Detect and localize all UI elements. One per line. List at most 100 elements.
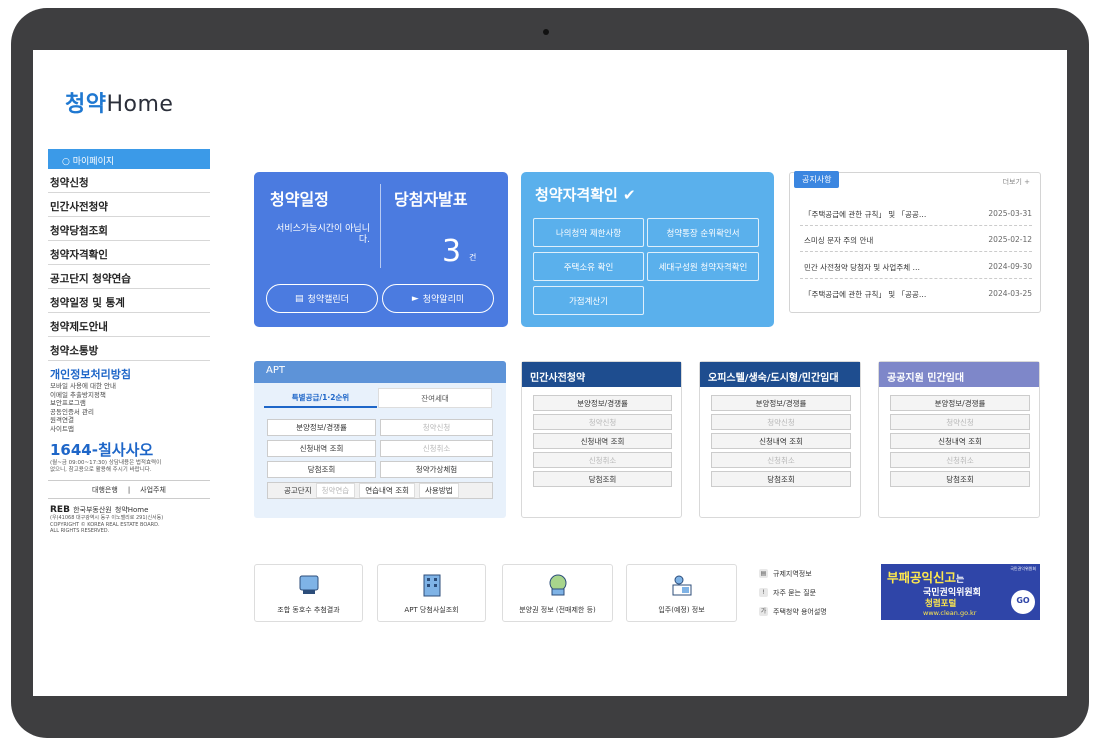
notice-item[interactable]: 스미싱 문자 주의 안내 2025-02-12 xyxy=(804,235,1032,246)
apt-button[interactable]: 신청내역 조회 xyxy=(267,440,376,457)
winner-title[interactable]: 당첨자발표 xyxy=(394,186,468,210)
quick-link-label: APT 당첨사실조회 xyxy=(404,606,459,614)
glossary-link[interactable]: 가 주택청약 용어설명 xyxy=(759,602,869,621)
user-icon: ○ xyxy=(62,157,70,167)
panel-button[interactable]: 신청취소 xyxy=(711,452,851,468)
schedule-title[interactable]: 청약일정 xyxy=(270,186,329,210)
map-icon: ▤ xyxy=(759,569,768,578)
apt-button[interactable]: 당첨조회 xyxy=(267,461,376,478)
apt-button[interactable]: 분양정보/경쟁률 xyxy=(267,419,376,436)
mypage-button[interactable]: ○ 마이페이지 xyxy=(48,149,210,169)
site-logo[interactable]: 청약Home xyxy=(65,86,173,118)
tab-special-supply[interactable]: 특별공급/1·2순위 xyxy=(264,388,377,408)
panel-title: 공공지원 민간임대 xyxy=(879,362,1039,387)
panel-button[interactable]: 신청취소 xyxy=(890,452,1030,468)
sidebar-item[interactable]: 민간사전청약 xyxy=(48,193,210,217)
quick-link-lottery[interactable]: 조합 동호수 추첨결과 xyxy=(254,564,363,622)
public-rental-panel: 공공지원 민간임대 분양정보/경쟁률 청약신청 신청내역 조회 신청취소 당첨조… xyxy=(878,361,1040,518)
quick-link-apt-winner[interactable]: APT 당첨사실조회 xyxy=(377,564,486,622)
notice-item[interactable]: 민간 사전청약 당첨자 및 사업주체 … 2024-09-30 xyxy=(804,262,1032,273)
qualification-card: 청약자격확인 ✔ 나의청약 제한사항 청약통장 순위확인서 주택소유 확인 세대… xyxy=(521,172,774,327)
notice-tab[interactable]: 공지사항 xyxy=(794,171,840,188)
panel-button[interactable]: 분양정보/경쟁률 xyxy=(890,395,1030,411)
panel-button[interactable]: 당첨조회 xyxy=(533,471,672,487)
quick-link-move-in[interactable]: 입주(예정) 정보 xyxy=(626,564,737,622)
sidebar-item[interactable]: 청약제도안내 xyxy=(48,313,210,337)
quick-link-label: 조합 동호수 추첨결과 xyxy=(277,606,340,614)
panel-button[interactable]: 신청내역 조회 xyxy=(890,433,1030,449)
panel-button[interactable]: 당첨조회 xyxy=(711,471,851,487)
qual-button[interactable]: 세대구성원 청약자격확인 xyxy=(647,252,759,281)
anti-corruption-banner[interactable]: 부패공익신고는 국민권익위원회 청렴포털 www.clean.go.kr GO … xyxy=(881,564,1040,620)
apt-button[interactable]: 청약신청 xyxy=(380,419,493,436)
phone-number: 1644-칠사사오 xyxy=(50,441,154,459)
notice-item[interactable]: 「주택공급에 관한 규칙」 및 「공공… 2025-03-31 xyxy=(804,209,1032,220)
panel-button[interactable]: 청약신청 xyxy=(533,414,672,430)
apt-panel: APT 특별공급/1·2순위 잔여세대 분양정보/경쟁률 청약신청 신청내역 조… xyxy=(254,361,506,518)
banner-line1: 부패공익신고 xyxy=(887,570,957,585)
qual-button[interactable]: 주택소유 확인 xyxy=(533,252,644,281)
faq-link[interactable]: ! 자주 묻는 질문 xyxy=(759,583,869,602)
footer-link[interactable]: 모바일 사용에 대한 안내 xyxy=(50,382,210,391)
side-link-label: 주택청약 용어설명 xyxy=(773,607,827,616)
sidebar-item[interactable]: 청약일정 및 통계 xyxy=(48,289,210,313)
qualification-title[interactable]: 청약자격확인 ✔ xyxy=(535,184,636,205)
logo-prefix: 청약 xyxy=(65,92,107,117)
calendar-button[interactable]: ▤ 청약캘린더 xyxy=(266,284,378,313)
tab-remaining[interactable]: 잔여세대 xyxy=(378,388,492,408)
practice-button[interactable]: 청약연습 xyxy=(315,483,356,498)
panel-button[interactable]: 신청내역 조회 xyxy=(533,433,672,449)
go-button[interactable]: GO xyxy=(1011,590,1035,614)
business-entity-link[interactable]: 사업주체 xyxy=(140,485,166,495)
sidebar-item[interactable]: 청약소통방 xyxy=(48,337,210,361)
footer-link[interactable]: 보안프로그램 xyxy=(50,399,210,408)
org-logo-text: 청약Home xyxy=(115,506,149,514)
calendar-button-label: 청약캘린더 xyxy=(307,295,349,305)
notice-date: 2025-02-12 xyxy=(988,235,1032,244)
panel-button[interactable]: 신청내역 조회 xyxy=(711,433,851,449)
alarm-button[interactable]: ► 청약알리미 xyxy=(382,284,494,313)
panel-button[interactable]: 당첨조회 xyxy=(890,471,1030,487)
apt-button[interactable]: 청약가상체험 xyxy=(380,461,493,478)
sidebar-item[interactable]: 청약자격확인 xyxy=(48,241,210,265)
quick-link-presale-rights[interactable]: 분양권 정보 (전매제한 등) xyxy=(502,564,613,622)
privacy-policy-link[interactable]: 개인정보처리방침 xyxy=(50,366,210,382)
sidebar-item[interactable]: 공고단지 청약연습 xyxy=(48,265,210,289)
banner-headline: 부패공익신고는 xyxy=(887,567,964,586)
qual-button[interactable]: 나의청약 제한사항 xyxy=(533,218,644,247)
private-presale-panel: 민간사전청약 분양정보/경쟁률 청약신청 신청내역 조회 신청취소 당첨조회 xyxy=(521,361,682,518)
qual-button[interactable]: 가점계산기 xyxy=(533,286,644,315)
qual-button[interactable]: 청약통장 순위확인서 xyxy=(647,218,759,247)
notice-item[interactable]: 「주택공급에 관한 규칙」 및 「공공… 2024-03-25 xyxy=(804,289,1032,300)
sidebar-item[interactable]: 청약신청 xyxy=(48,169,210,193)
panel-button[interactable]: 청약신청 xyxy=(711,414,851,430)
panel-button[interactable]: 분양정보/경쟁률 xyxy=(533,395,672,411)
panel-title: 민간사전청약 xyxy=(522,362,681,387)
usage-button[interactable]: 사용방법 xyxy=(419,483,459,498)
apt-button[interactable]: 신청취소 xyxy=(380,440,493,457)
divider xyxy=(380,184,381,268)
footer-link[interactable]: 이메일 추출방지정책 xyxy=(50,391,210,400)
glossary-icon: 가 xyxy=(759,607,768,616)
more-link[interactable]: 더보기 + xyxy=(1003,177,1030,187)
panel-button[interactable]: 분양정보/경쟁률 xyxy=(711,395,851,411)
regulated-area-link[interactable]: ▤ 규제지역정보 xyxy=(759,564,869,583)
practice-history-button[interactable]: 연습내역 조회 xyxy=(359,483,416,498)
panel-button[interactable]: 청약신청 xyxy=(890,414,1030,430)
check-icon: ✔ xyxy=(623,186,636,204)
winner-count[interactable]: 3 xyxy=(442,234,461,269)
banner-url: www.clean.go.kr xyxy=(923,609,977,617)
footer-link[interactable]: 사이트맵 xyxy=(50,425,210,434)
sidebar-item[interactable]: 청약당첨조회 xyxy=(48,217,210,241)
footer-link[interactable]: 공동인증서 관리 xyxy=(50,408,210,417)
agent-bank-link[interactable]: 대행은행 xyxy=(92,485,118,495)
footer-link[interactable]: 원격연결 xyxy=(50,416,210,425)
notice-title: 「주택공급에 관한 규칙」 및 「공공… xyxy=(804,210,927,219)
panel-button[interactable]: 신청취소 xyxy=(533,452,672,468)
officetel-panel: 오피스텔/생숙/도시형/민간임대 분양정보/경쟁률 청약신청 신청내역 조회 신… xyxy=(699,361,861,518)
panel-title: 오피스텔/생숙/도시형/민간임대 xyxy=(700,362,860,387)
banner-line1-suffix: 는 xyxy=(956,575,965,585)
qualification-title-text: 청약자격확인 xyxy=(535,186,618,204)
side-link-label: 규제지역정보 xyxy=(773,569,812,578)
schedule-card: 청약일정 당첨자발표 서비스가능시간이 아닙니다. 3 건 ▤ 청약캘린더 ► … xyxy=(254,172,508,327)
